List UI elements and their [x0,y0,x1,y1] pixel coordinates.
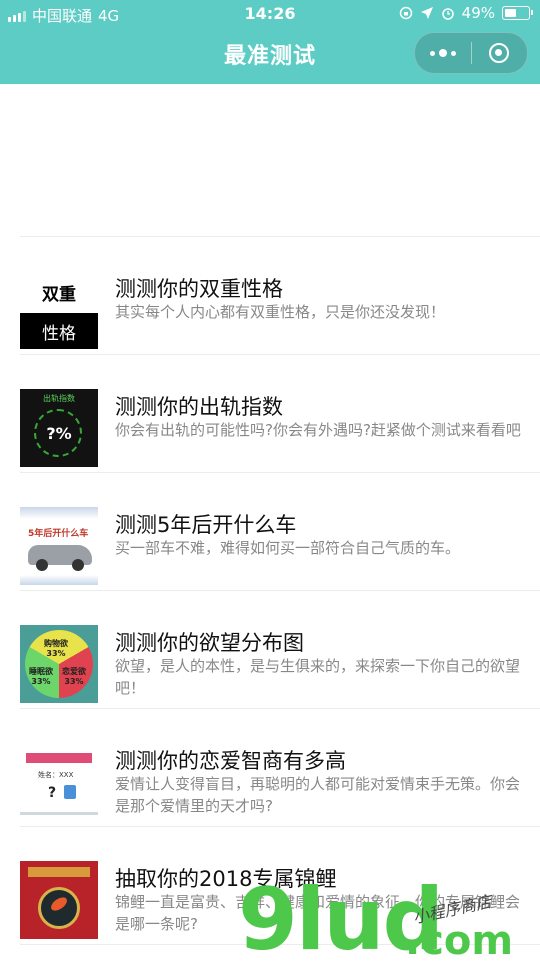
header-bar: 中国联通 4G 14:26 49% 最准测试 [0,0,540,84]
thumb-text-top: 双重 [42,284,76,305]
alarm-icon [441,8,454,20]
thumb-label: 5年后开什么车 [28,529,89,539]
battery-icon [502,6,533,20]
battery-percent: 49% [461,4,495,22]
location-icon [420,7,433,19]
thumbnail-dual-personality: 双重 性格 [20,271,98,349]
item-desc: 你会有出轨的可能性吗?你会有外遇吗?赶紧做个测试来看看吧 [115,421,521,439]
thumbnail-car: 5年后开什么车 [20,507,98,585]
status-bar: 中国联通 4G 14:26 49% [0,0,540,28]
list-item[interactable]: 5年后开什么车 测测5年后开什么车 买一部车不难，难得如何买一部符合自己气质的车… [20,473,540,591]
list-item[interactable]: 购物欲 33% 睡眠欲 33% 恋爱欲 33% 测测你的欲望分布图 欲望，是人的本性，… [20,591,540,709]
more-dots-icon [429,49,456,57]
list-item[interactable]: 出轨指数 ?% 测测你的出轨指数 你会有出轨的可能性吗?你会有外遇吗?赶紧做个测… [20,355,540,473]
quiz-list: 双重 性格 测测你的双重性格 其实每个人内心都有双重性格，只是你还没发现！ 出轨… [20,236,540,945]
item-desc: 其实每个人内心都有双重性格，只是你还没发现！ [115,303,446,321]
item-desc: 欲望，是人的本性，是与生俱来的，来探索一下你自己的欲望吧！ [115,657,521,697]
wheel-icon [36,559,48,571]
item-desc: 买一部车不难，难得如何买一部符合自己气质的车。 [115,539,461,557]
item-title: 测测你的欲望分布图 [115,631,304,655]
list-item[interactable]: 姓名：XXX ? 测测你的恋爱智商有多高 爱情让人变得盲目，再聪明的人都可能对爱… [20,709,540,827]
pie-chart-icon [20,625,98,703]
wheel-icon [72,559,84,571]
item-desc: 爱情让人变得盲目，再聪明的人都可能对爱情束手无策。你会是那个爱情里的天才吗? [115,775,521,815]
thumb-pie-label-c: 恋爱欲 33% [62,667,86,686]
shirt-icon [64,785,76,799]
thumb-pie-label-b: 睡眠欲 33% [29,667,53,686]
close-button[interactable] [472,33,528,73]
thumb-banner [26,753,92,763]
more-button[interactable] [415,33,471,73]
item-title: 测测你的恋爱智商有多高 [115,749,346,773]
thumb-value: ?% [46,424,72,443]
target-close-icon [489,43,510,63]
thumbnail-koi [20,861,98,939]
item-title: 测测你的出轨指数 [115,395,283,419]
thumbnail-love-iq: 姓名：XXX ? [20,743,98,821]
list-item[interactable]: 双重 性格 测测你的双重性格 其实每个人内心都有双重性格，只是你还没发现！ [20,237,540,355]
lock-rotation-icon [399,6,412,20]
thumb-text-bottom: 性格 [20,313,98,349]
thumb-question: ? [48,785,57,801]
thumb-name: 姓名：XXX [38,771,74,779]
thumb-floor [20,575,98,585]
item-title: 测测你的双重性格 [115,277,283,301]
thumbnail-cheating-index: 出轨指数 ?% [20,389,98,467]
item-title: 测测5年后开什么车 [115,513,297,537]
thumb-label: 出轨指数 [43,394,75,403]
thumb-pie-label-a: 购物欲 33% [44,639,68,658]
thumbnail-desire-pie: 购物欲 33% 睡眠欲 33% 恋爱欲 33% [20,625,98,703]
thumb-banner [28,867,90,877]
thumb-sky [20,507,98,519]
mini-program-capsule [414,32,528,74]
thumb-floor [20,812,98,815]
